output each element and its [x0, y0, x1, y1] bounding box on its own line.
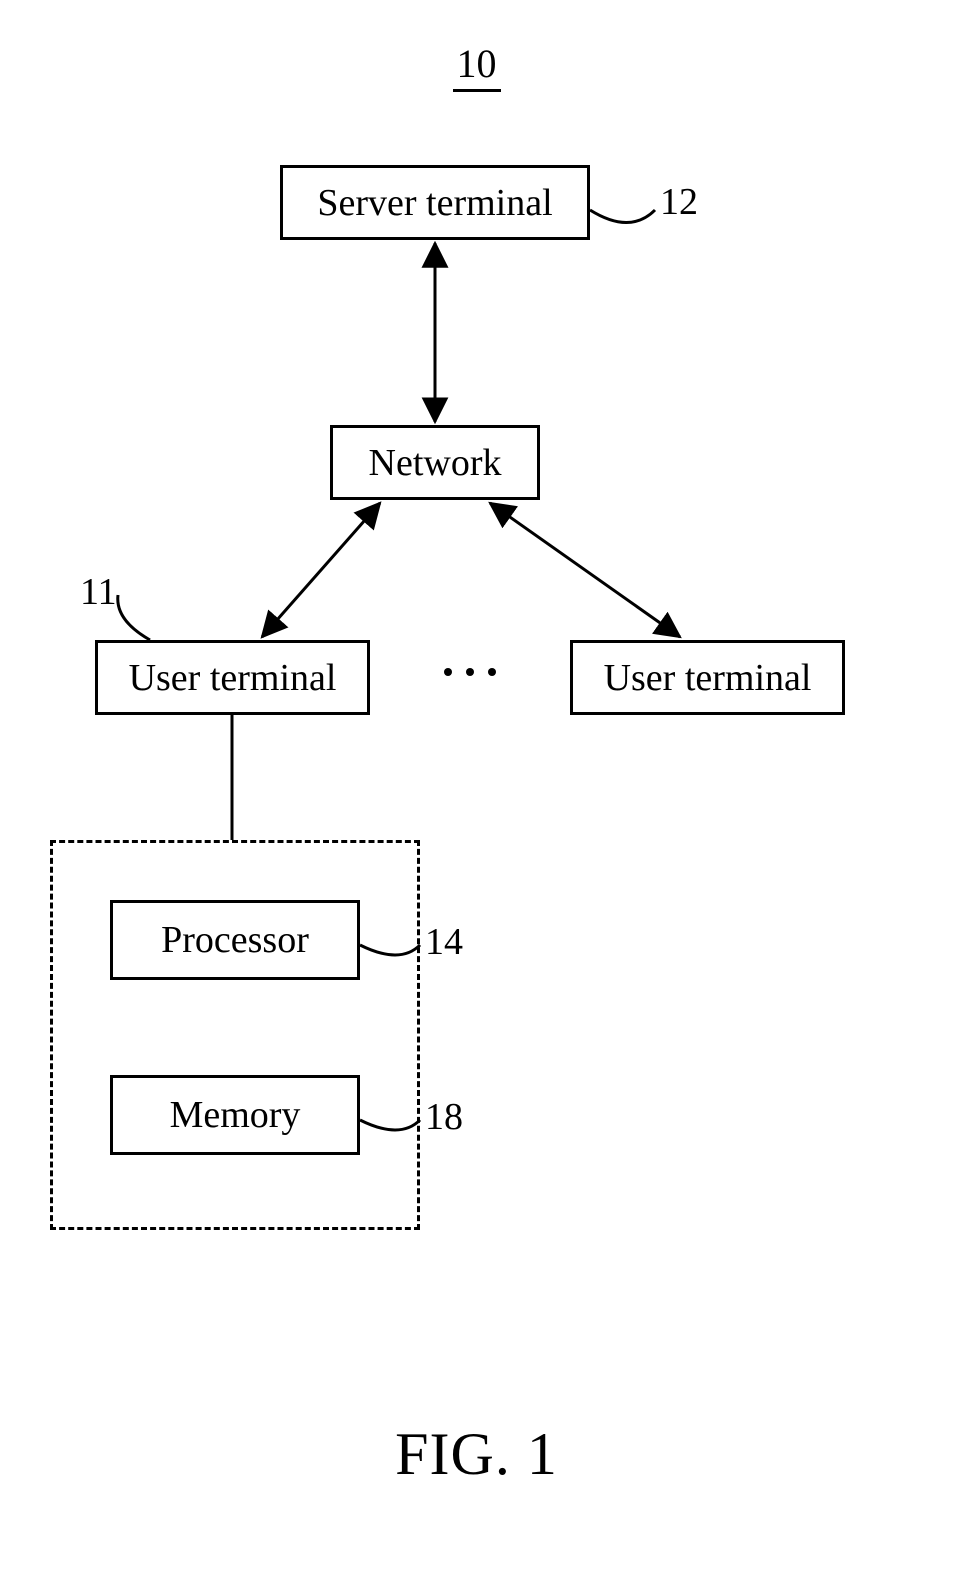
user-terminal-detail-group [50, 840, 420, 1230]
figure-title: FIG. 1 [0, 1420, 953, 1489]
processor-label: Processor [161, 918, 309, 962]
memory-box: Memory [110, 1075, 360, 1155]
memory-label: Memory [170, 1093, 301, 1137]
leader-userleft-ref [118, 595, 150, 640]
user-terminal-right-box: User terminal [570, 640, 845, 715]
ellipsis-icon [420, 668, 520, 676]
network-box: Network [330, 425, 540, 500]
memory-ref: 18 [425, 1095, 463, 1139]
user-terminal-right-label: User terminal [604, 656, 812, 700]
connector-network-userright [490, 503, 680, 637]
server-terminal-label: Server terminal [317, 181, 552, 225]
connector-network-userleft [262, 503, 380, 637]
processor-ref: 14 [425, 920, 463, 964]
leader-server-ref [590, 210, 655, 223]
network-label: Network [369, 441, 502, 485]
server-terminal-box: Server terminal [280, 165, 590, 240]
user-terminal-left-ref: 11 [80, 570, 117, 614]
server-terminal-ref: 12 [660, 180, 698, 224]
figure-reference-number: 10 [0, 40, 953, 92]
figure-canvas: 10 Server terminal 12 Network User termi… [0, 0, 953, 1579]
user-terminal-left-box: User terminal [95, 640, 370, 715]
user-terminal-left-label: User terminal [129, 656, 337, 700]
processor-box: Processor [110, 900, 360, 980]
